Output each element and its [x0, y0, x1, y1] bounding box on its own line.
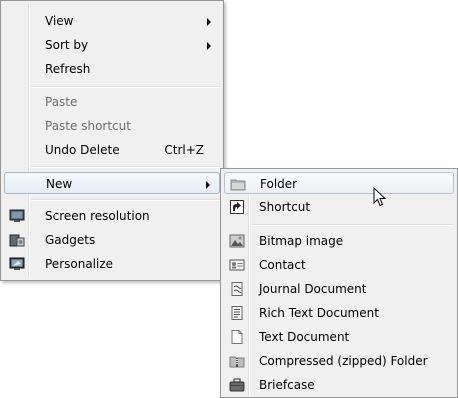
folder-icon	[230, 179, 246, 191]
submenu-item-contact[interactable]: Contact	[224, 254, 454, 276]
menu-item-view[interactable]: View	[4, 10, 220, 32]
menu-item-label: Shortcut	[259, 200, 311, 214]
submenu-arrow-icon	[207, 18, 211, 26]
menu-item-label: Personalize	[45, 257, 114, 271]
menu-item-gadgets[interactable]: Gadgets	[4, 229, 220, 251]
desktop-context-menu: View Sort by Refresh Paste Paste shortcu…	[0, 0, 224, 281]
menu-separator	[31, 199, 220, 201]
journal-document-icon	[231, 282, 243, 296]
menu-item-label: Screen resolution	[45, 209, 150, 223]
menu-item-undo-delete[interactable]: Undo Delete Ctrl+Z	[4, 139, 220, 161]
menu-item-label: New	[46, 177, 73, 191]
bitmap-image-icon	[229, 234, 245, 248]
text-document-icon	[231, 330, 243, 344]
menu-item-label: Folder	[260, 177, 298, 191]
keyboard-shortcut: Ctrl+Z	[164, 143, 204, 157]
menu-item-personalize[interactable]: Personalize	[4, 253, 220, 275]
menu-separator	[31, 166, 220, 168]
submenu-item-folder[interactable]: Folder	[224, 172, 454, 194]
menu-item-label: Journal Document	[259, 282, 367, 296]
submenu-item-journal-document[interactable]: Journal Document	[224, 278, 454, 300]
submenu-item-shortcut[interactable]: Shortcut	[224, 196, 454, 218]
menu-separator	[251, 224, 454, 226]
shortcut-icon	[230, 200, 244, 214]
menu-item-label: Text Document	[259, 330, 350, 344]
rich-text-document-icon	[231, 306, 243, 320]
menu-item-label: Gadgets	[45, 233, 96, 247]
menu-separator	[31, 86, 220, 88]
submenu-item-compressed-folder[interactable]: Compressed (zipped) Folder	[224, 350, 454, 372]
menu-item-label: Refresh	[45, 62, 91, 76]
menu-item-screen-resolution[interactable]: Screen resolution	[4, 205, 220, 227]
submenu-arrow-icon	[207, 42, 211, 50]
menu-item-refresh[interactable]: Refresh	[4, 58, 220, 80]
menu-item-label: Sort by	[45, 38, 89, 52]
menu-item-label: Paste shortcut	[45, 119, 131, 133]
menu-item-label: Undo Delete	[45, 143, 120, 157]
submenu-arrow-icon	[206, 181, 210, 189]
personalize-icon	[9, 257, 25, 270]
submenu-item-text-document[interactable]: Text Document	[224, 326, 454, 348]
menu-item-paste-shortcut[interactable]: Paste shortcut	[4, 115, 220, 137]
gadgets-icon	[9, 234, 25, 247]
briefcase-icon	[229, 378, 245, 392]
menu-item-paste[interactable]: Paste	[4, 91, 220, 113]
submenu-item-briefcase[interactable]: Briefcase	[224, 374, 454, 396]
zip-folder-icon	[229, 356, 245, 368]
menu-item-label: Contact	[259, 258, 306, 272]
mouse-pointer-icon	[373, 187, 387, 207]
menu-item-label: Briefcase	[259, 378, 315, 392]
menu-item-label: Rich Text Document	[259, 306, 379, 320]
submenu-item-bitmap-image[interactable]: Bitmap image	[224, 230, 454, 252]
menu-item-new[interactable]: New	[4, 172, 220, 194]
menu-item-label: View	[45, 14, 74, 28]
menu-item-sort-by[interactable]: Sort by	[4, 34, 220, 56]
submenu-item-rich-text-document[interactable]: Rich Text Document	[224, 302, 454, 324]
menu-item-label: Paste	[45, 95, 78, 109]
menu-item-label: Compressed (zipped) Folder	[259, 354, 428, 368]
menu-item-label: Bitmap image	[259, 234, 344, 248]
new-submenu: Folder Shortcut Bitmap image Contact Jou…	[220, 168, 458, 398]
monitor-icon	[9, 209, 25, 222]
contact-card-icon	[229, 259, 245, 271]
